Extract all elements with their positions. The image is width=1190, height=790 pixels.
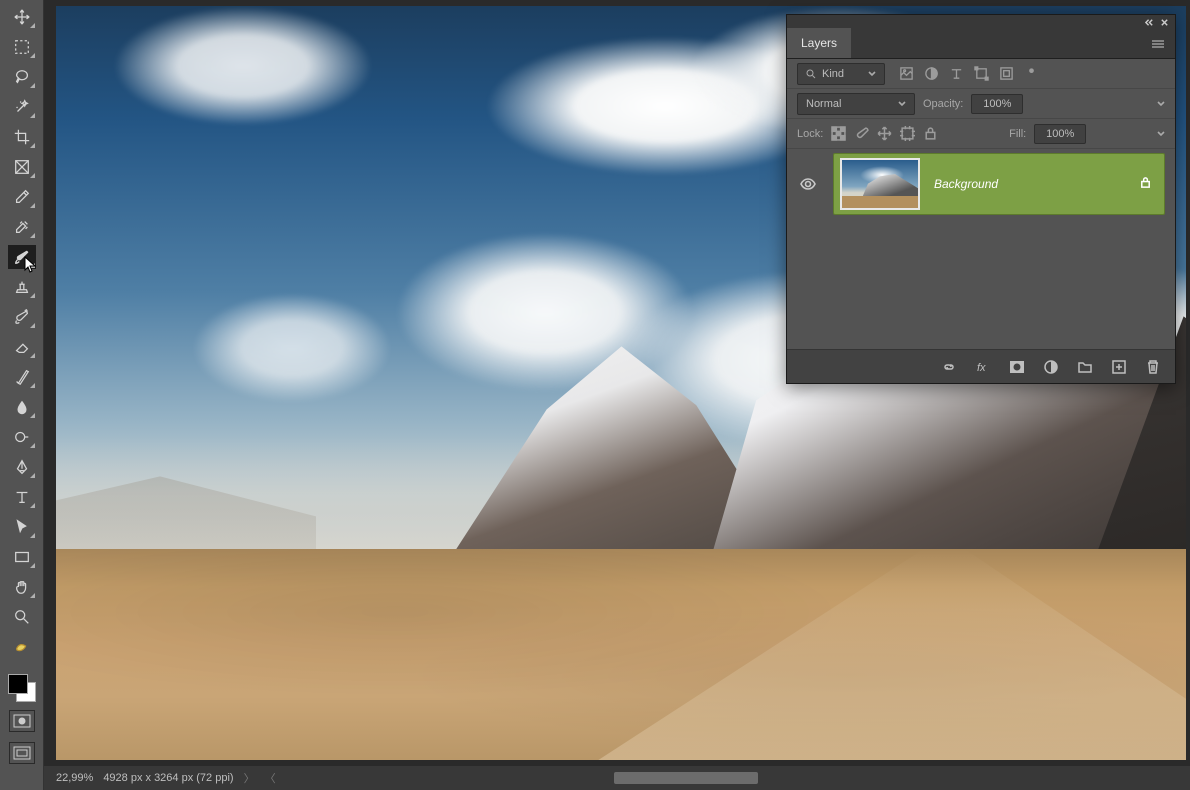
pen-tool[interactable] <box>8 455 36 479</box>
link-layers-icon[interactable] <box>941 359 957 375</box>
opacity-label: Opacity: <box>923 98 963 110</box>
hand-tool[interactable] <box>8 575 36 599</box>
gradient-tool[interactable] <box>8 365 36 389</box>
layers-panel: Layers Kind Normal Opacity: 100% Lock: <box>786 14 1176 384</box>
lock-position-icon[interactable] <box>877 126 892 141</box>
layer-row-background[interactable]: Background <box>833 153 1165 215</box>
fill-input[interactable]: 100% <box>1034 124 1086 144</box>
lock-label: Lock: <box>797 128 823 140</box>
lock-fill-row: Lock: Fill: 100% <box>787 119 1175 149</box>
panel-tabs: Layers <box>787 29 1175 59</box>
opacity-input[interactable]: 100% <box>971 94 1023 114</box>
foreground-color-swatch[interactable] <box>8 674 28 694</box>
layer-thumbnail[interactable] <box>840 158 920 210</box>
blur-tool[interactable] <box>8 395 36 419</box>
screen-mode-toggle[interactable] <box>9 742 35 764</box>
layer-lock-icon[interactable] <box>1139 176 1152 192</box>
color-swatches[interactable] <box>8 674 36 702</box>
lasso-tool[interactable] <box>8 65 36 89</box>
lock-artboard-icon[interactable] <box>900 126 915 141</box>
healing-brush-tool[interactable] <box>8 215 36 239</box>
tab-layers[interactable]: Layers <box>787 28 851 58</box>
blend-mode-select[interactable]: Normal <box>797 93 915 115</box>
close-panel-icon[interactable] <box>1160 18 1169 27</box>
status-chevron-right-icon[interactable]: 〉 <box>244 770 255 786</box>
lock-image-icon[interactable] <box>854 126 869 141</box>
filter-pixel-icon[interactable] <box>899 66 914 81</box>
path-selection-tool[interactable] <box>8 515 36 539</box>
search-icon <box>806 69 816 79</box>
status-chevron-left-icon[interactable]: 〈 <box>265 770 276 786</box>
svg-text:fx: fx <box>977 362 986 374</box>
layers-footer: fx <box>787 349 1175 383</box>
status-bar: 22,99% 4928 px x 3264 px (72 ppi) 〉 〈 <box>44 766 1190 790</box>
filter-toggle-icon[interactable] <box>1024 66 1039 81</box>
zoom-level[interactable]: 22,99% <box>56 772 93 784</box>
opacity-chevron-icon[interactable] <box>1157 100 1165 108</box>
layer-group-icon[interactable] <box>1077 359 1093 375</box>
document-dimensions: 4928 px x 3264 px (72 ppi) <box>103 772 233 784</box>
tools-toolbar <box>0 0 44 790</box>
eyedropper-tool[interactable] <box>8 185 36 209</box>
dodge-tool[interactable] <box>8 425 36 449</box>
frame-tool[interactable] <box>8 155 36 179</box>
filter-smart-icon[interactable] <box>999 66 1014 81</box>
eraser-tool[interactable] <box>8 335 36 359</box>
filter-shape-icon[interactable] <box>974 66 989 81</box>
layer-name[interactable]: Background <box>934 177 998 191</box>
delete-layer-icon[interactable] <box>1145 359 1161 375</box>
blend-opacity-row: Normal Opacity: 100% <box>787 89 1175 119</box>
visibility-toggle-icon[interactable] <box>800 176 816 192</box>
edit-toolbar[interactable] <box>8 635 36 659</box>
panel-menu-button[interactable] <box>1141 33 1175 58</box>
layer-list[interactable]: Background <box>787 149 1175 349</box>
fill-chevron-icon[interactable] <box>1157 130 1165 138</box>
collapse-panel-icon[interactable] <box>1145 18 1154 27</box>
filter-adjustment-icon[interactable] <box>924 66 939 81</box>
rectangle-tool[interactable] <box>8 545 36 569</box>
history-brush-tool[interactable] <box>8 305 36 329</box>
new-layer-icon[interactable] <box>1111 359 1127 375</box>
filter-kind-select[interactable]: Kind <box>797 63 885 85</box>
layer-filter-row: Kind <box>787 59 1175 89</box>
lock-transparency-icon[interactable] <box>831 126 846 141</box>
zoom-tool[interactable] <box>8 605 36 629</box>
crop-tool[interactable] <box>8 125 36 149</box>
type-tool[interactable] <box>8 485 36 509</box>
layer-mask-icon[interactable] <box>1009 359 1025 375</box>
brush-tool[interactable] <box>8 245 36 269</box>
layer-effects-icon[interactable]: fx <box>975 359 991 375</box>
marquee-tool[interactable] <box>8 35 36 59</box>
magic-wand-tool[interactable] <box>8 95 36 119</box>
filter-type-icon[interactable] <box>949 66 964 81</box>
clone-stamp-tool[interactable] <box>8 275 36 299</box>
fill-label: Fill: <box>1009 128 1026 140</box>
lock-all-icon[interactable] <box>923 126 938 141</box>
quick-mask-toggle[interactable] <box>9 710 35 732</box>
panel-titlebar[interactable] <box>787 15 1175 29</box>
horizontal-scrollbar[interactable] <box>614 772 758 784</box>
move-tool[interactable] <box>8 5 36 29</box>
adjustment-layer-icon[interactable] <box>1043 359 1059 375</box>
